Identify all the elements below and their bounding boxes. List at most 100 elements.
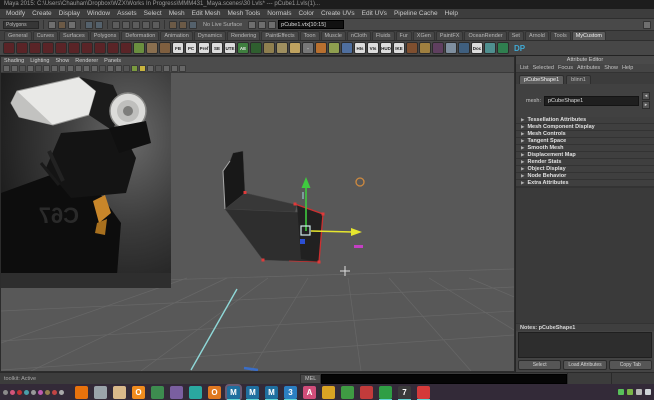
wireframe-icon[interactable]	[99, 65, 106, 72]
menu-item[interactable]: Modify	[6, 10, 25, 17]
taskbar-app-icon[interactable]: O	[208, 386, 221, 399]
shelf-dp-label[interactable]: DP	[514, 44, 525, 53]
shelf-button-icon[interactable]: FB	[172, 42, 184, 54]
shelf-tab[interactable]: nCloth	[347, 31, 371, 40]
attribute-section-row[interactable]: ▶ Smooth Mesh	[516, 145, 654, 152]
panel-menu-item[interactable]: Lighting	[30, 58, 49, 64]
ae-tab[interactable]: pCubeShape1	[519, 75, 564, 84]
shelf-tab[interactable]: Fluids	[372, 31, 395, 40]
shelf-tab[interactable]: Dynamics	[194, 31, 226, 40]
shelf-button-icon[interactable]	[55, 42, 67, 54]
shelf-button-icon[interactable]: SE	[211, 42, 223, 54]
tray-icon[interactable]	[31, 390, 36, 395]
shelf-button-icon[interactable]: IKE	[393, 42, 405, 54]
shelf-button-icon[interactable]	[94, 42, 106, 54]
taskbar-app-icon[interactable]	[151, 386, 164, 399]
tray-icon[interactable]	[52, 390, 57, 395]
shelf-tab[interactable]: MyCustom	[572, 31, 606, 40]
shelf-tab[interactable]: Curves	[33, 31, 58, 40]
save-scene-icon[interactable]	[68, 21, 76, 29]
taskbar-app-icon[interactable]	[113, 386, 126, 399]
snap-grid-icon[interactable]	[112, 21, 120, 29]
shelf-button-icon[interactable]	[328, 42, 340, 54]
ae-menu-item[interactable]: Attributes	[577, 65, 600, 71]
shelf-button-icon[interactable]	[432, 42, 444, 54]
menu-item[interactable]: Window	[87, 10, 110, 17]
shelf-tab[interactable]: Tools	[550, 31, 571, 40]
new-scene-icon[interactable]	[48, 21, 56, 29]
taskbar-app-icon[interactable]	[189, 386, 202, 399]
menu-item[interactable]: Create UVs	[321, 10, 355, 17]
shelf-tab[interactable]: OceanRender	[464, 31, 506, 40]
menu-item[interactable]: Pipeline Cache	[394, 10, 438, 17]
shelf-tab[interactable]: Deformation	[121, 31, 159, 40]
shelf-button-icon[interactable]: Pref	[198, 42, 210, 54]
taskbar-app-icon[interactable]	[322, 386, 335, 399]
taskbar-app-icon[interactable]	[75, 386, 88, 399]
shelf-tab[interactable]: Rendering	[227, 31, 260, 40]
shelf-button-icon[interactable]: AE	[237, 42, 249, 54]
shelf-tab[interactable]: Animation	[160, 31, 192, 40]
tray-icon[interactable]	[3, 390, 8, 395]
attribute-section-row[interactable]: ▶ Node Behavior	[516, 173, 654, 180]
shaded-icon[interactable]	[107, 65, 114, 72]
attribute-section-row[interactable]: ▶ Extra Attributes	[516, 180, 654, 187]
presets-icon[interactable]: ▸	[642, 101, 650, 109]
tray-icon[interactable]	[10, 390, 15, 395]
safe-action-icon[interactable]	[83, 65, 90, 72]
shelf-button-icon[interactable]	[315, 42, 327, 54]
shelf-tab[interactable]: PaintFX	[436, 31, 464, 40]
shelf-button-icon[interactable]: HIs	[354, 42, 366, 54]
snap-curve-icon[interactable]	[122, 21, 130, 29]
taskbar-app-icon[interactable]: M	[227, 386, 240, 399]
shelf-button-icon[interactable]	[133, 42, 145, 54]
shelf-button-icon[interactable]: -	[302, 42, 314, 54]
snap-plane-icon[interactable]	[142, 21, 150, 29]
attribute-section-row[interactable]: ▶ Tessellation Attributes	[516, 117, 654, 124]
menu-item[interactable]: Help	[445, 10, 458, 17]
tray-icon[interactable]	[627, 389, 633, 395]
resolution-gate-icon[interactable]	[59, 65, 66, 72]
ipr-render-icon[interactable]	[258, 21, 266, 29]
shelf-button-icon[interactable]	[68, 42, 80, 54]
shelf-tab[interactable]: Muscle	[321, 31, 346, 40]
panel-menu-item[interactable]: Show	[55, 58, 69, 64]
taskbar-app-icon[interactable]: O	[132, 386, 145, 399]
tray-icon[interactable]	[45, 390, 50, 395]
attribute-section-row[interactable]: ▶ Render Stats	[516, 159, 654, 166]
notes-textarea[interactable]	[518, 332, 652, 358]
menu-item[interactable]: Edit Mesh	[192, 10, 221, 17]
shelf-tab[interactable]: Toon	[300, 31, 320, 40]
shelf-button-icon[interactable]	[484, 42, 496, 54]
field-chart-icon[interactable]	[75, 65, 82, 72]
shelf-tab[interactable]: Surfaces	[59, 31, 89, 40]
shelf-button-icon[interactable]	[250, 42, 262, 54]
sidebar-toggle-icon[interactable]	[643, 21, 651, 29]
ae-action-button[interactable]: Select	[518, 360, 561, 370]
taskbar-app-icon[interactable]	[417, 386, 430, 399]
open-scene-icon[interactable]	[58, 21, 66, 29]
menu-item[interactable]: Mesh Tools	[228, 10, 261, 17]
bookmark-icon[interactable]	[27, 65, 34, 72]
taskbar-app-icon[interactable]	[341, 386, 354, 399]
gate-mask-icon[interactable]	[67, 65, 74, 72]
safe-title-icon[interactable]	[91, 65, 98, 72]
tray-icon[interactable]	[618, 389, 624, 395]
lock-camera-icon[interactable]	[11, 65, 18, 72]
taskbar-app-icon[interactable]: 7	[398, 386, 411, 399]
ae-menu-item[interactable]: Selected	[533, 65, 554, 71]
shelf-tab[interactable]: PaintEffects	[261, 31, 298, 40]
default-material-icon[interactable]	[131, 65, 138, 72]
shelf-button-icon[interactable]: Doc	[471, 42, 483, 54]
shelf-button-icon[interactable]	[16, 42, 28, 54]
shelf-button-icon[interactable]	[276, 42, 288, 54]
shelf-tab[interactable]: XGen	[413, 31, 435, 40]
menu-item[interactable]: Color	[298, 10, 314, 17]
isolate-select-icon[interactable]	[147, 65, 154, 72]
image-plane-icon[interactable]	[35, 65, 42, 72]
menu-set-dropdown[interactable]: Polygons	[3, 21, 39, 29]
taskbar-app-icon[interactable]	[379, 386, 392, 399]
menu-item[interactable]: Normals	[267, 10, 291, 17]
shelf-button-icon[interactable]	[107, 42, 119, 54]
xray-icon[interactable]	[139, 65, 146, 72]
